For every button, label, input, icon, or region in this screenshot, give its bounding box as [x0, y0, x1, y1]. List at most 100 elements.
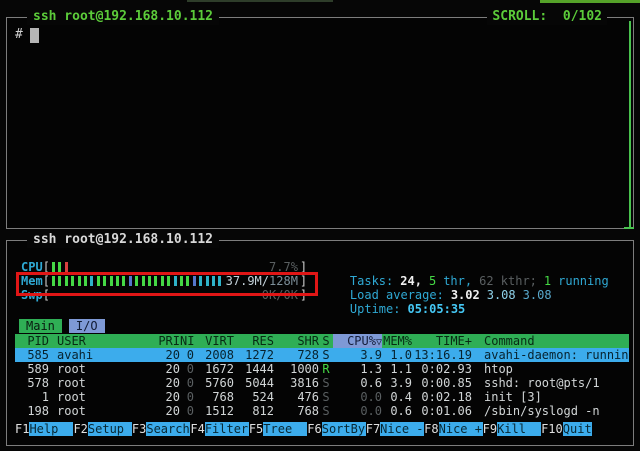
col-shr[interactable]: SHR	[274, 334, 319, 348]
cell-virt: 2008	[194, 348, 234, 362]
top-terminal-pane[interactable]: ssh root@192.168.10.112 SCROLL: 0/102 #	[6, 17, 634, 229]
col-virt[interactable]: VIRT	[194, 334, 234, 348]
col-pid[interactable]: PID	[15, 334, 49, 348]
cell-time: 0:01.06	[412, 404, 472, 418]
cell-virt: 5760	[194, 376, 234, 390]
col-cpu-sorted[interactable]: CPU%▽	[333, 334, 382, 348]
col-user[interactable]: USER	[49, 334, 132, 348]
cell-user: root	[49, 362, 132, 376]
cell-ni: 0	[180, 376, 194, 390]
mem-total-value: 128M	[269, 274, 298, 288]
cell-cpu: 1.3	[333, 362, 382, 376]
fn-button-f10[interactable]: F10Quit	[541, 422, 592, 436]
fn-button-f8[interactable]: F8Nice +	[424, 422, 482, 436]
load-15min: 3.08	[523, 288, 552, 302]
cell-ni: 0	[180, 362, 194, 376]
mem-bar-segment	[218, 276, 221, 286]
cell-shr: 728	[274, 348, 319, 362]
cell-time: 0:02.18	[412, 390, 472, 404]
cell-command: avahi-daemon: running	[472, 348, 629, 362]
fn-button-f7[interactable]: F7Nice -	[366, 422, 424, 436]
mem-bar-segment	[193, 276, 196, 286]
tab-io[interactable]: I/O	[69, 319, 105, 333]
fn-key-label: F6	[307, 422, 321, 436]
mem-bar-segment	[206, 276, 209, 286]
cpu-meter-value: 7.7%	[269, 260, 298, 274]
mem-bar-segment	[71, 276, 74, 286]
fn-button-f9[interactable]: F9Kill	[483, 422, 541, 436]
cell-cpu: 0.0	[333, 390, 382, 404]
cell-virt: 768	[194, 390, 234, 404]
process-row-585[interactable]: 585avahi20020081272728S3.91.013:16.19ava…	[15, 348, 629, 362]
mem-bar-segment	[78, 276, 81, 286]
shell-prompt: #	[15, 27, 23, 43]
cell-command: init [3]	[472, 390, 629, 404]
process-row-578[interactable]: 578root200576050443816S0.63.90:00.85sshd…	[15, 376, 629, 390]
col-ni[interactable]: NI	[180, 334, 194, 348]
bracket-open: [	[43, 274, 50, 288]
bottom-terminal-pane[interactable]: ssh root@192.168.10.112 CPU[7.7%] Mem[37…	[6, 240, 634, 446]
cell-shr: 768	[274, 404, 319, 418]
cell-res: 524	[234, 390, 274, 404]
cell-pri: 20	[132, 376, 180, 390]
mem-bar-segment	[161, 276, 164, 286]
fn-key-label: F2	[73, 422, 87, 436]
fn-button-f2[interactable]: F2Setup	[73, 422, 131, 436]
col-mem[interactable]: MEM%	[382, 334, 412, 348]
mem-bar-segment	[84, 276, 87, 286]
shell-prompt-line[interactable]: #	[15, 27, 39, 43]
swap-meter: Swp[0K/0K]	[21, 288, 307, 302]
fn-action-label: Help	[29, 422, 73, 436]
mem-bar-segment	[110, 276, 113, 286]
fn-button-f4[interactable]: F4Filter	[190, 422, 248, 436]
cpu-meter: CPU[7.7%]	[21, 260, 307, 274]
fn-button-f6[interactable]: F6SortBy	[307, 422, 365, 436]
cell-ni: 0	[180, 404, 194, 418]
mem-bar-segment	[90, 276, 93, 286]
cell-res: 1444	[234, 362, 274, 376]
cell-command: /sbin/syslogd -n	[472, 404, 629, 418]
cell-s: S	[319, 348, 333, 362]
running-label: running	[558, 274, 609, 288]
col-command[interactable]: Command	[472, 334, 629, 348]
col-cpu-label: CPU%	[347, 334, 376, 348]
mem-bar-segment	[180, 276, 183, 286]
cell-s: S	[319, 404, 333, 418]
mem-bar-segment	[58, 276, 61, 286]
col-pri[interactable]: PRI	[132, 334, 180, 348]
fn-action-label: Nice +	[439, 422, 483, 436]
cell-pid: 589	[15, 362, 49, 376]
mem-bar-segment	[142, 276, 145, 286]
mem-bar-segment	[174, 276, 177, 286]
fn-button-f3[interactable]: F3Search	[132, 422, 190, 436]
cell-pri: 20	[132, 362, 180, 376]
process-row-1[interactable]: 1root200768524476S0.00.40:02.18init [3]	[15, 390, 629, 404]
col-res[interactable]: RES	[234, 334, 274, 348]
col-time[interactable]: TIME+	[412, 334, 472, 348]
cell-user: avahi	[49, 348, 132, 362]
mem-bar-segment	[65, 276, 68, 286]
bracket-close: ]	[300, 260, 307, 274]
htop-screen-tabs: Main I/O	[19, 319, 105, 333]
bracket-close: ]	[300, 288, 307, 302]
mem-bar-segment	[135, 276, 138, 286]
swap-meter-value: 0K/0K	[262, 288, 298, 302]
bracket-close: ]	[300, 274, 307, 288]
cell-pri: 20	[132, 404, 180, 418]
fn-key-label: F9	[483, 422, 497, 436]
process-row-198[interactable]: 198root2001512812768S0.00.60:01.06/sbin/…	[15, 404, 629, 418]
fn-button-f5[interactable]: F5Tree	[249, 422, 307, 436]
cpu-bar-segment	[58, 262, 61, 272]
cell-cpu: 0.6	[333, 376, 382, 390]
process-row-589[interactable]: 589root200167214441000R1.31.10:02.93htop	[15, 362, 629, 376]
scrollbar[interactable]	[629, 21, 631, 227]
cell-shr: 1000	[274, 362, 319, 376]
fn-action-label: Quit	[563, 422, 592, 436]
cell-pid: 198	[15, 404, 49, 418]
fn-key-label: F3	[132, 422, 146, 436]
fn-button-f1[interactable]: F1Help	[15, 422, 73, 436]
cell-time: 13:16.19	[412, 348, 472, 362]
col-state[interactable]: S	[319, 334, 333, 348]
fn-action-label: Search	[146, 422, 190, 436]
tab-main[interactable]: Main	[19, 319, 62, 333]
